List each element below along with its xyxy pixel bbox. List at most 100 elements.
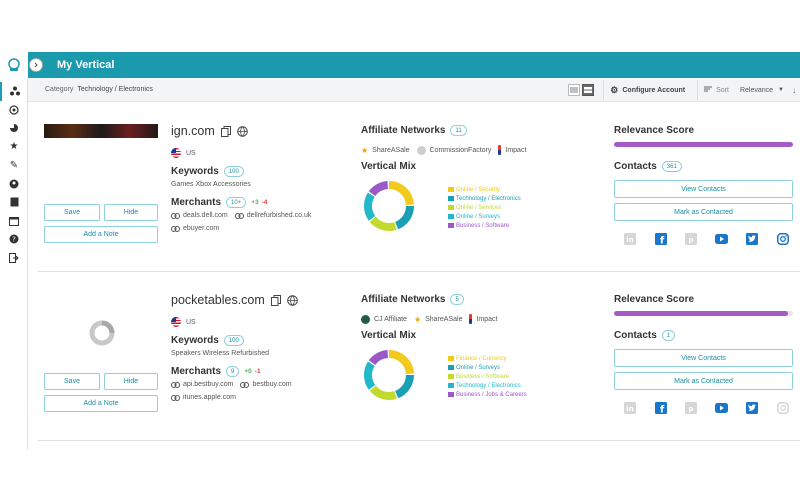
legend-item: Online / Security [448, 185, 521, 194]
card-view-icon[interactable] [582, 84, 595, 96]
logout-icon[interactable] [0, 249, 28, 268]
logo-icon[interactable] [0, 52, 28, 78]
instagram-icon[interactable] [776, 401, 790, 415]
vertical-mix-donut [364, 181, 414, 231]
keywords-count-badge[interactable]: 100 [223, 335, 244, 346]
globe-icon[interactable] [236, 125, 248, 137]
globe-icon[interactable] [287, 294, 298, 306]
relevance-bar [614, 311, 793, 316]
view-contacts-button[interactable]: View Contacts [614, 349, 793, 367]
add-note-button[interactable]: Add a Note [44, 395, 158, 412]
link-icon [171, 381, 180, 388]
network-icon[interactable] [0, 82, 28, 101]
contacts-count-badge[interactable]: 361 [661, 161, 682, 172]
filter-bar: Category Technology / Electronics ⚙ Conf… [28, 78, 800, 102]
merchant-link[interactable]: ebuyer.com [171, 225, 219, 232]
legend-swatch [448, 196, 454, 201]
linkedin-icon[interactable]: in [623, 401, 637, 415]
contacts-heading: Contacts 361 [614, 161, 682, 172]
target-icon[interactable] [0, 101, 28, 120]
configure-account-button[interactable]: ⚙ Configure Account [603, 80, 685, 100]
domain-name[interactable]: ign.com [171, 124, 215, 138]
legend-swatch [448, 392, 454, 397]
legend-label: Online / Surveys [456, 213, 501, 220]
copy-icon[interactable] [220, 125, 231, 137]
keywords-list: Games Xbox Accessories [171, 181, 251, 188]
legend-swatch [448, 383, 454, 388]
merchant-link[interactable]: itunes.apple.com [171, 394, 236, 401]
network-item: CommissionFactory [416, 145, 491, 155]
contacts-count-badge[interactable]: 1 [661, 330, 676, 341]
linkedin-icon[interactable]: in [623, 232, 637, 246]
domain-name[interactable]: pocketables.com [171, 293, 265, 307]
star-icon[interactable]: ★ [0, 138, 28, 157]
twitter-icon[interactable] [745, 232, 759, 246]
social-links: in f p [623, 401, 800, 415]
donut-segment [369, 216, 397, 231]
legend-label: Technology / Electronics [456, 382, 521, 389]
user-icon[interactable] [0, 175, 28, 194]
circle-icon [416, 145, 426, 155]
hide-button[interactable]: Hide [104, 204, 158, 221]
category-value[interactable]: Technology / Electronics [77, 86, 152, 93]
pinterest-icon[interactable]: p [684, 232, 698, 246]
instagram-icon[interactable] [776, 232, 790, 246]
legend-swatch [448, 205, 454, 210]
hide-button[interactable]: Hide [104, 373, 158, 390]
mark-contacted-button[interactable]: Mark as Contacted [614, 372, 793, 390]
link-icon [234, 212, 244, 219]
youtube-icon[interactable] [715, 232, 729, 246]
help-icon[interactable]: ? [0, 230, 28, 249]
copy-icon[interactable] [270, 294, 281, 306]
merchant-link[interactable]: bestbuy.com [240, 381, 292, 388]
save-button[interactable]: Save [44, 204, 100, 221]
merchants-count-badge[interactable]: 10+ [226, 197, 247, 208]
legend-label: Business / Jobs & Careers [456, 391, 527, 398]
network-name: CJ Affiliate [374, 315, 407, 323]
add-note-button[interactable]: Add a Note [44, 226, 158, 243]
youtube-icon[interactable] [715, 401, 729, 415]
vertical-mix-heading: Vertical Mix [361, 330, 417, 341]
merchant-link[interactable]: dellrefurbished.co.uk [234, 212, 311, 219]
twitter-icon[interactable] [745, 401, 759, 415]
merchants-added: +3 [251, 199, 259, 206]
page-title: My Vertical [57, 59, 115, 71]
pie-icon[interactable] [0, 119, 28, 138]
site-thumbnail [44, 124, 158, 138]
merchants-label: Merchants [171, 197, 222, 208]
vertical-mix-legend: Online / Security Technology / Electronic… [448, 185, 521, 230]
svg-text:f: f [659, 405, 664, 415]
merchant-link[interactable]: api.bestbuy.com [171, 381, 233, 388]
merchant-link-text: itunes.apple.com [183, 394, 236, 401]
sort-select[interactable]: Relevance ▼ [740, 87, 784, 94]
toolbar-right: ⚙ Configure Account Sort Relevance ▼ ↓ [566, 78, 800, 102]
pencil-icon[interactable]: ✎ [0, 156, 28, 175]
contacts-heading: Contacts 1 [614, 330, 676, 341]
donut-segment [364, 361, 376, 390]
merchant-links-row: api.bestbuy.com bestbuy.com [171, 381, 299, 388]
relevance-bar-fill [614, 142, 793, 147]
network-item: CJ Affiliate [361, 314, 407, 324]
collapse-toggle-icon[interactable] [29, 58, 43, 72]
legend-item: Business / Software [448, 372, 527, 381]
facebook-icon[interactable]: f [654, 232, 668, 246]
view-contacts-button[interactable]: View Contacts [614, 180, 793, 198]
sort-direction-icon[interactable]: ↓ [792, 86, 796, 95]
network-name: Impact [476, 315, 498, 323]
contacts-label: Contacts [614, 161, 657, 172]
facebook-icon[interactable]: f [654, 401, 668, 415]
mark-contacted-button[interactable]: Mark as Contacted [614, 203, 793, 221]
book-icon[interactable] [0, 193, 28, 212]
list-view-icon[interactable] [568, 84, 581, 96]
pinterest-icon[interactable]: p [684, 401, 698, 415]
side-nav: ★ ✎ ? [0, 82, 28, 267]
calendar-icon[interactable] [0, 212, 28, 231]
keywords-count-badge[interactable]: 100 [223, 166, 244, 177]
donut-segment [388, 181, 414, 206]
save-button[interactable]: Save [44, 373, 100, 390]
sort-control[interactable]: Sort Relevance ▼ ↓ [697, 80, 800, 100]
networks-count-badge[interactable]: 11 [450, 125, 467, 136]
merchants-count-badge[interactable]: 9 [226, 366, 240, 377]
merchant-link[interactable]: deals.dell.com [171, 212, 228, 219]
networks-count-badge[interactable]: 5 [450, 294, 464, 305]
